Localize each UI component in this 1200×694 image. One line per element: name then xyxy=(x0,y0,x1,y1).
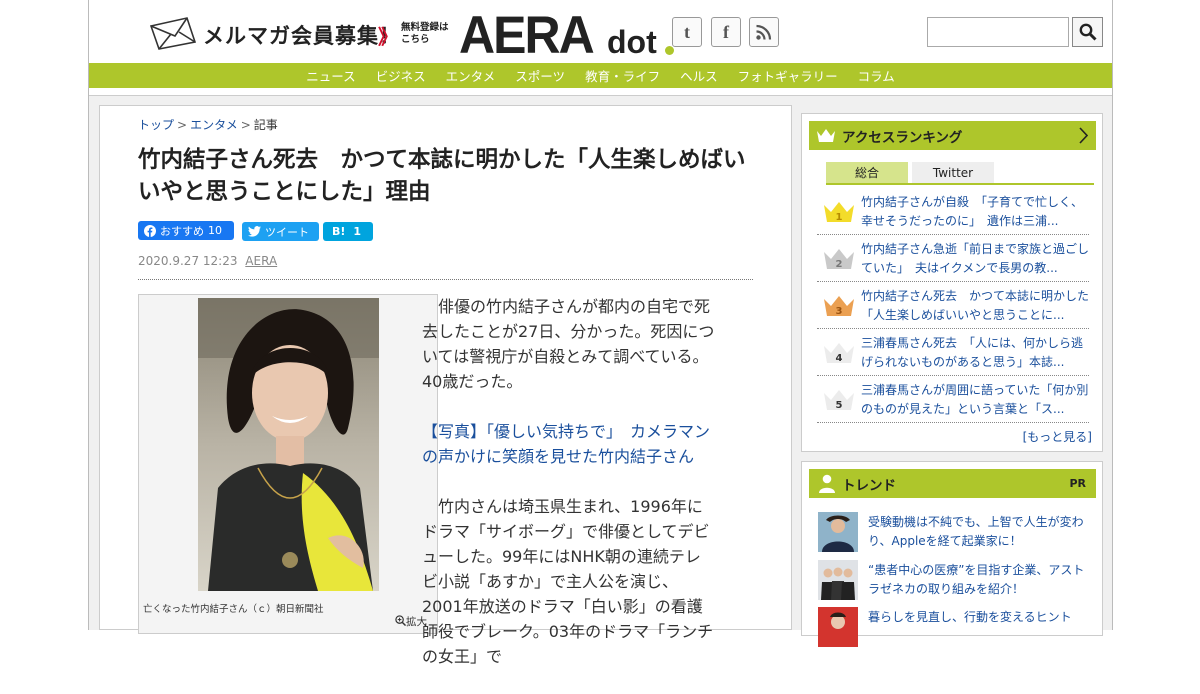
mail-envelope-icon[interactable] xyxy=(149,16,199,50)
chevron-right-icon: 》 xyxy=(378,25,398,49)
breadcrumb-category[interactable]: エンタメ xyxy=(190,118,238,132)
article-panel: トップ > エンタメ > 記事 竹内結子さん死去 かつて本誌に明かした「人生楽しめばいい… xyxy=(99,105,792,666)
pr-label: PR xyxy=(1069,477,1086,490)
crown-silver-icon: 2 xyxy=(824,249,854,270)
crown-bronze-icon: 3 xyxy=(824,296,854,317)
facebook-icon: f xyxy=(723,21,729,42)
crown-plain-icon: 5 xyxy=(824,390,854,411)
hatena-count: 1 xyxy=(353,225,362,238)
breadcrumb: トップ > エンタメ > 記事 xyxy=(138,116,278,133)
trend-thumbnail xyxy=(818,607,858,647)
crown-plain-icon: 4 xyxy=(824,343,854,364)
chevron-right-icon: > xyxy=(240,118,251,132)
twitter-bird-icon xyxy=(248,226,261,237)
zoom-in-icon xyxy=(395,615,407,627)
divider xyxy=(138,279,753,280)
twitter-icon: t xyxy=(684,21,690,42)
ranking-item[interactable]: 3 竹内結子さん死去 かつて本誌に明かした「人生楽しめばいいやと思うことに... xyxy=(817,282,1089,329)
article-source-link[interactable]: AERA xyxy=(245,254,277,268)
photo-gallery-link[interactable]: 【写真】「優しい気持ちで」 カメラマンの声かけに笑顔を見せた竹内結子さん xyxy=(422,419,716,469)
article-paragraph: 俳優の竹内結子さんが都内の自宅で死去したことが27日、分かった。死因については警… xyxy=(422,297,715,391)
trend-item[interactable]: “患者中心の医療”を目指す企業、アストラゼネカの取り組みを紹介！ xyxy=(818,560,1090,604)
crown-icon xyxy=(817,129,835,142)
facebook-recommend-button[interactable]: おすすめ 10 xyxy=(138,221,234,240)
newsletter-signup-link[interactable]: メルマガ会員募集！ xyxy=(203,20,401,50)
facebook-icon xyxy=(144,224,156,237)
nav-item-health[interactable]: ヘルス xyxy=(680,66,718,85)
hatena-bookmark-button[interactable]: B! 1 xyxy=(323,222,373,241)
ranking-item[interactable]: 1 竹内結子さんが自殺 「子育てで忙しく、幸せそうだったのに」 遺作は三浦... xyxy=(817,188,1089,235)
breadcrumb-home[interactable]: トップ xyxy=(138,118,174,132)
page-frame: メルマガ会員募集！ 》 無料登録は こちら AERA dot t f ニュース … xyxy=(88,0,1113,666)
photo-figure: 亡くなった竹内結子さん（ｃ）朝日新聞社 拡大 xyxy=(138,294,438,634)
article-photo[interactable] xyxy=(198,298,379,591)
article-paragraph: 竹内さんは埼玉県生まれ、1996年にドラマ「サイボーグ」で俳優としてデビューした… xyxy=(422,497,714,666)
trend-panel: トレンド PR 受験動機は不純でも、上智で人生が変わり、Appleを経て起業家に… xyxy=(801,461,1103,647)
svg-text:3: 3 xyxy=(836,306,843,317)
tab-twitter[interactable]: Twitter xyxy=(912,162,994,183)
ranking-item[interactable]: 4 三浦春馬さん死去 「人には、何かしら逃げられないものがあると思う」本誌... xyxy=(817,329,1089,376)
trend-thumbnail xyxy=(818,512,858,552)
photo-caption: 亡くなった竹内結子さん（ｃ）朝日新聞社 xyxy=(143,604,324,615)
facebook-count: 10 xyxy=(208,224,222,237)
access-ranking-panel: アクセスランキング 総合 Twitter 1 竹内結子さんが自殺 「子育てで忙し… xyxy=(801,113,1103,452)
nav-item-news[interactable]: ニュース xyxy=(306,66,355,85)
svg-text:4: 4 xyxy=(836,353,843,364)
trend-header: トレンド PR xyxy=(809,469,1096,498)
crown-gold-icon: 1 xyxy=(824,202,854,223)
search-input[interactable] xyxy=(927,17,1069,47)
hatena-icon: B! xyxy=(332,225,346,238)
rss-link[interactable] xyxy=(749,17,779,47)
trend-thumbnail xyxy=(818,560,858,600)
svg-text:2: 2 xyxy=(836,259,843,270)
article-body: 俳優の竹内結子さんが都内の自宅で死去したことが27日、分かった。死因については警… xyxy=(422,294,716,694)
tab-all[interactable]: 総合 xyxy=(826,162,908,183)
main-nav: ニュース ビジネス エンタメ スポーツ 教育・ライフ ヘルス フォトギャラリー … xyxy=(89,63,1112,88)
search-icon xyxy=(1079,23,1097,41)
ranking-item[interactable]: 5 三浦春馬さんが周囲に語っていた「何か別のものが見えた」という言葉と「ス... xyxy=(817,376,1089,423)
trend-item[interactable]: 受験動機は不純でも、上智で人生が変わり、Appleを経て起業家に！ xyxy=(818,512,1090,556)
site-header: メルマガ会員募集！ 》 無料登録は こちら AERA dot t f xyxy=(89,0,1112,64)
search-button[interactable] xyxy=(1072,17,1103,47)
article-title: 竹内結子さん死去 かつて本誌に明かした「人生楽しめばいいやと思うことにした」理由 xyxy=(138,147,746,205)
chevron-right-icon: > xyxy=(177,118,188,132)
ranking-more-link[interactable]: [もっと見る] xyxy=(1023,428,1092,445)
breadcrumb-current: 記事 xyxy=(253,118,278,132)
rss-icon xyxy=(756,24,772,40)
nav-item-entertainment[interactable]: エンタメ xyxy=(446,66,496,85)
nav-item-business[interactable]: ビジネス xyxy=(376,66,426,85)
nav-item-column[interactable]: コラム xyxy=(858,66,895,85)
svg-text:5: 5 xyxy=(836,400,843,411)
nav-item-photo-gallery[interactable]: フォトギャラリー xyxy=(738,66,838,85)
trend-item[interactable]: 暮らしを見直し、行動を変えるヒント xyxy=(818,607,1090,651)
logo-dot-mark xyxy=(665,46,674,55)
article-meta: 2020.9.27 12:23 AERA xyxy=(138,254,277,268)
ranking-item[interactable]: 2 竹内結子さん急逝「前日まで家族と過ごしていた」 夫はイクメンで長男の教... xyxy=(817,235,1089,282)
person-icon xyxy=(819,474,835,493)
twitter-link[interactable]: t xyxy=(672,17,702,47)
chevron-right-icon xyxy=(1079,127,1088,144)
nav-item-sports[interactable]: スポーツ xyxy=(515,66,565,85)
newsletter-signup-note[interactable]: 無料登録は こちら xyxy=(401,22,449,46)
facebook-link[interactable]: f xyxy=(711,17,741,47)
svg-text:1: 1 xyxy=(836,212,843,223)
nav-item-education-life[interactable]: 教育・ライフ xyxy=(585,66,660,85)
ranking-tabs: 総合 Twitter xyxy=(826,162,1094,185)
ranking-header[interactable]: アクセスランキング xyxy=(809,121,1096,150)
article-date: 2020.9.27 12:23 xyxy=(138,254,238,268)
tweet-button[interactable]: ツイート xyxy=(242,222,319,241)
